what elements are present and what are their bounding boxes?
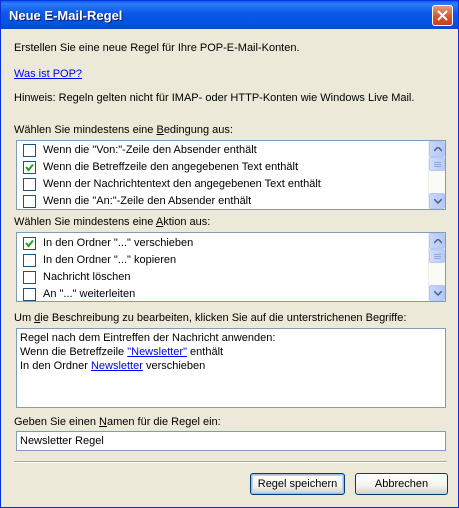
conditions-list[interactable]: Wenn die "Von:"-Zeile den Absender enthä…: [16, 140, 446, 210]
arrow-up-icon: [434, 239, 442, 244]
description-line: In den Ordner Newsletter verschieben: [20, 360, 206, 372]
action-checkbox[interactable]: [23, 271, 36, 284]
actions-scrollbar[interactable]: [428, 233, 445, 301]
description-line: Wenn die Betreffzeile "Newsletter" enthä…: [20, 346, 224, 358]
hint-text: Hinweis: Regeln gelten nicht für IMAP- o…: [14, 92, 415, 104]
conditions-label: Wählen Sie mindestens eine Bedingung aus…: [14, 124, 233, 136]
title-bar[interactable]: Neue E-Mail-Regel: [1, 1, 458, 29]
checkmark-icon: [25, 239, 34, 248]
dialog-window: Neue E-Mail-Regel Erstellen Sie eine neu…: [0, 0, 459, 508]
rule-name-input[interactable]: Newsletter Regel: [16, 431, 446, 451]
scroll-down-button[interactable]: [429, 285, 445, 301]
action-checkbox[interactable]: [23, 254, 36, 267]
scroll-up-button[interactable]: [429, 233, 445, 249]
save-rule-button[interactable]: Regel speichern: [250, 473, 345, 495]
actions-label: Wählen Sie mindestens eine Aktion aus:: [14, 216, 211, 228]
close-button[interactable]: [432, 5, 453, 26]
arrow-down-icon: [434, 199, 442, 204]
cancel-button[interactable]: Abbrechen: [355, 473, 448, 495]
arrow-up-icon: [434, 147, 442, 152]
rule-description-box[interactable]: Regel nach dem Eintreffen der Nachricht …: [16, 328, 446, 408]
condition-checkbox[interactable]: [23, 144, 36, 157]
folder-link[interactable]: Newsletter: [91, 360, 143, 372]
condition-checkbox[interactable]: [23, 178, 36, 191]
description-line: Regel nach dem Eintreffen der Nachricht …: [20, 332, 276, 344]
conditions-scrollbar[interactable]: [428, 141, 445, 209]
scroll-thumb[interactable]: [429, 157, 445, 171]
separator: [14, 461, 447, 463]
close-icon: [437, 10, 448, 21]
action-checkbox-checked[interactable]: [23, 237, 36, 250]
what-is-pop-link[interactable]: Was ist POP?: [14, 68, 82, 80]
scroll-thumb[interactable]: [429, 249, 445, 263]
condition-checkbox-checked[interactable]: [23, 161, 36, 174]
actions-list[interactable]: In den Ordner "..." verschieben In den O…: [16, 232, 446, 302]
scroll-down-button[interactable]: [429, 193, 445, 209]
description-label: Um die Beschreibung zu bearbeiten, klick…: [14, 312, 407, 324]
checkmark-icon: [25, 163, 34, 172]
window-title: Neue E-Mail-Regel: [9, 8, 123, 23]
condition-checkbox[interactable]: [23, 195, 36, 208]
action-checkbox[interactable]: [23, 288, 36, 301]
intro-text: Erstellen Sie eine neue Regel für Ihre P…: [14, 42, 300, 54]
scroll-up-button[interactable]: [429, 141, 445, 157]
subject-text-link[interactable]: "Newsletter": [127, 346, 187, 358]
arrow-down-icon: [434, 291, 442, 296]
rule-name-label: Geben Sie einen Namen für die Regel ein:: [14, 416, 221, 428]
